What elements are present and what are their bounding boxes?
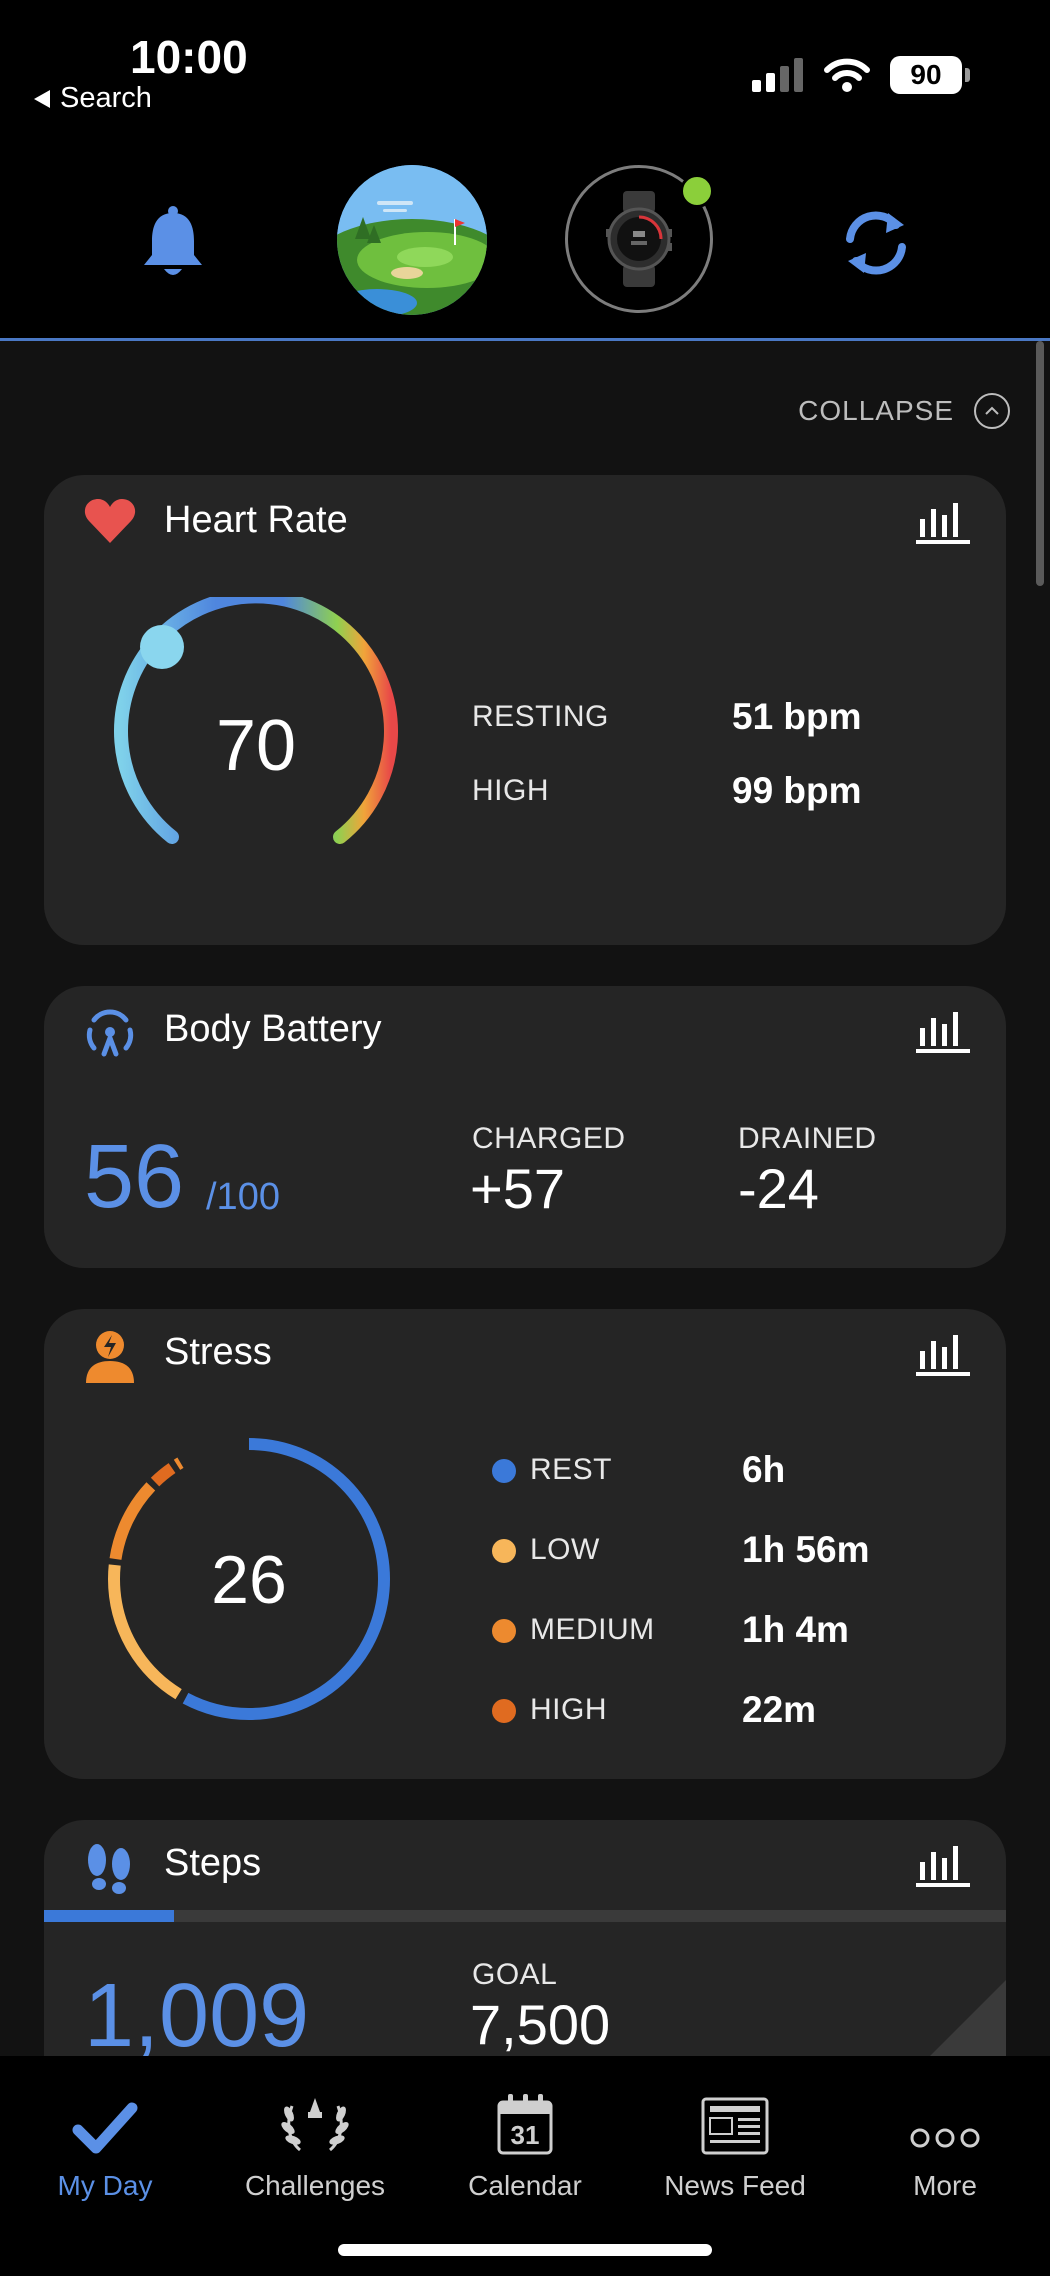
goal-label: GOAL bbox=[472, 1958, 558, 1991]
bar-chart-icon[interactable] bbox=[916, 499, 970, 545]
scrollbar[interactable] bbox=[1036, 341, 1044, 586]
app-header bbox=[0, 150, 1050, 340]
cellular-signal-icon bbox=[752, 58, 803, 92]
bar-chart-icon[interactable] bbox=[916, 1008, 970, 1054]
heart-icon bbox=[84, 499, 136, 543]
watch-icon bbox=[606, 191, 672, 287]
collapse-label: COLLAPSE bbox=[798, 395, 954, 426]
tab-label: Challenges bbox=[244, 2170, 386, 2201]
stress-value: 26 bbox=[211, 1542, 287, 1618]
calendar-day: 31 bbox=[511, 2120, 540, 2150]
charged-value: +57 bbox=[470, 1157, 565, 1220]
low-value: 1h 56m bbox=[742, 1529, 870, 1570]
drained-value: -24 bbox=[738, 1157, 819, 1220]
golf-course-image bbox=[337, 165, 487, 315]
device-watch-button[interactable] bbox=[565, 165, 714, 313]
rest-label: REST bbox=[530, 1453, 613, 1486]
high-stress-label: HIGH bbox=[530, 1693, 607, 1726]
steps-progress-fill bbox=[44, 1910, 174, 1922]
high-label: HIGH bbox=[472, 774, 549, 807]
tab-label: More bbox=[913, 2170, 977, 2201]
my-day-content[interactable]: COLLAPSE Heart Rate 70 RESTING 51 bpm HI… bbox=[0, 341, 1050, 2056]
status-time: 10:00 bbox=[130, 31, 248, 83]
stress-title: Stress bbox=[164, 1331, 272, 1373]
resting-value: 51 bpm bbox=[732, 696, 862, 737]
footsteps-icon bbox=[88, 1844, 130, 1894]
checkmark-icon bbox=[72, 2102, 138, 2154]
resting-label: RESTING bbox=[472, 700, 609, 733]
rest-dot bbox=[492, 1459, 516, 1483]
rest-value: 6h bbox=[742, 1449, 786, 1490]
connected-status-dot bbox=[680, 174, 714, 208]
home-indicator[interactable] bbox=[338, 2244, 712, 2256]
medium-dot bbox=[492, 1619, 516, 1643]
heart-rate-card[interactable]: Heart Rate 70 RESTING 51 bpm HIGH 99 bpm bbox=[44, 475, 1006, 945]
steps-card[interactable]: Steps 1,009 GOAL 7,500 bbox=[44, 1820, 1006, 2056]
tab-calendar[interactable]: 31 Calendar bbox=[420, 2056, 630, 2226]
tab-my-day[interactable]: My Day bbox=[0, 2056, 210, 2226]
bar-chart-icon[interactable] bbox=[916, 1331, 970, 1377]
body-battery-icon bbox=[86, 1009, 134, 1057]
back-to-search-link[interactable]: Search bbox=[34, 82, 152, 115]
back-arrow-icon bbox=[34, 89, 50, 108]
bottom-tab-bar: My Day Challenges 31 Calendar News Feed … bbox=[0, 2056, 1050, 2276]
high-stress-dot bbox=[492, 1699, 516, 1723]
bar-chart-icon[interactable] bbox=[916, 1842, 970, 1888]
battery-indicator: 90 bbox=[890, 56, 970, 94]
tab-challenges[interactable]: Challenges bbox=[210, 2056, 420, 2226]
newspaper-icon bbox=[701, 2097, 769, 2155]
back-label: Search bbox=[60, 82, 152, 114]
expand-corner[interactable] bbox=[926, 1980, 1006, 2056]
high-stress-value: 22m bbox=[742, 1689, 817, 1730]
tab-label: My Day bbox=[57, 2170, 153, 2201]
steps-progress-track bbox=[44, 1910, 1006, 1922]
wifi-icon bbox=[824, 58, 870, 92]
notifications-bell-icon[interactable] bbox=[140, 205, 206, 281]
more-icon bbox=[910, 2128, 980, 2148]
heart-rate-title: Heart Rate bbox=[164, 499, 348, 541]
high-value: 99 bpm bbox=[732, 770, 862, 811]
steps-value: 1,009 bbox=[84, 1966, 310, 2056]
medium-value: 1h 4m bbox=[742, 1609, 849, 1650]
charged-label: CHARGED bbox=[472, 1122, 626, 1155]
body-battery-title: Body Battery bbox=[164, 1008, 382, 1050]
tab-more[interactable]: More bbox=[840, 2056, 1050, 2226]
profile-avatar[interactable] bbox=[337, 165, 487, 315]
chevron-up-icon bbox=[974, 393, 1010, 429]
status-bar: 10:00 Search 90 bbox=[0, 0, 1050, 130]
tab-label: News Feed bbox=[664, 2170, 806, 2201]
body-battery-max: /100 bbox=[206, 1176, 280, 1218]
low-dot bbox=[492, 1539, 516, 1563]
drained-label: DRAINED bbox=[738, 1122, 877, 1155]
steps-title: Steps bbox=[164, 1842, 262, 1884]
laurel-icon bbox=[281, 2098, 349, 2152]
medium-label: MEDIUM bbox=[530, 1613, 655, 1646]
body-battery-card[interactable]: Body Battery 56 /100 CHARGED +57 DRAINED… bbox=[44, 986, 1006, 1268]
collapse-button[interactable]: COLLAPSE bbox=[798, 393, 1010, 429]
status-icons: 90 bbox=[752, 56, 970, 94]
tab-label: Calendar bbox=[468, 2170, 582, 2201]
calendar-icon: 31 bbox=[497, 2094, 553, 2155]
tab-news-feed[interactable]: News Feed bbox=[630, 2056, 840, 2226]
stress-card[interactable]: Stress 26 REST 6h LOW 1h 56m MEDIUM 1h 4… bbox=[44, 1309, 1006, 1779]
heart-rate-value: 70 bbox=[215, 706, 297, 786]
body-battery-value: 56 bbox=[84, 1127, 185, 1227]
sync-icon[interactable] bbox=[838, 205, 914, 281]
low-label: LOW bbox=[530, 1533, 600, 1566]
stress-person-icon bbox=[86, 1331, 134, 1383]
goal-value: 7,500 bbox=[470, 1993, 611, 2056]
